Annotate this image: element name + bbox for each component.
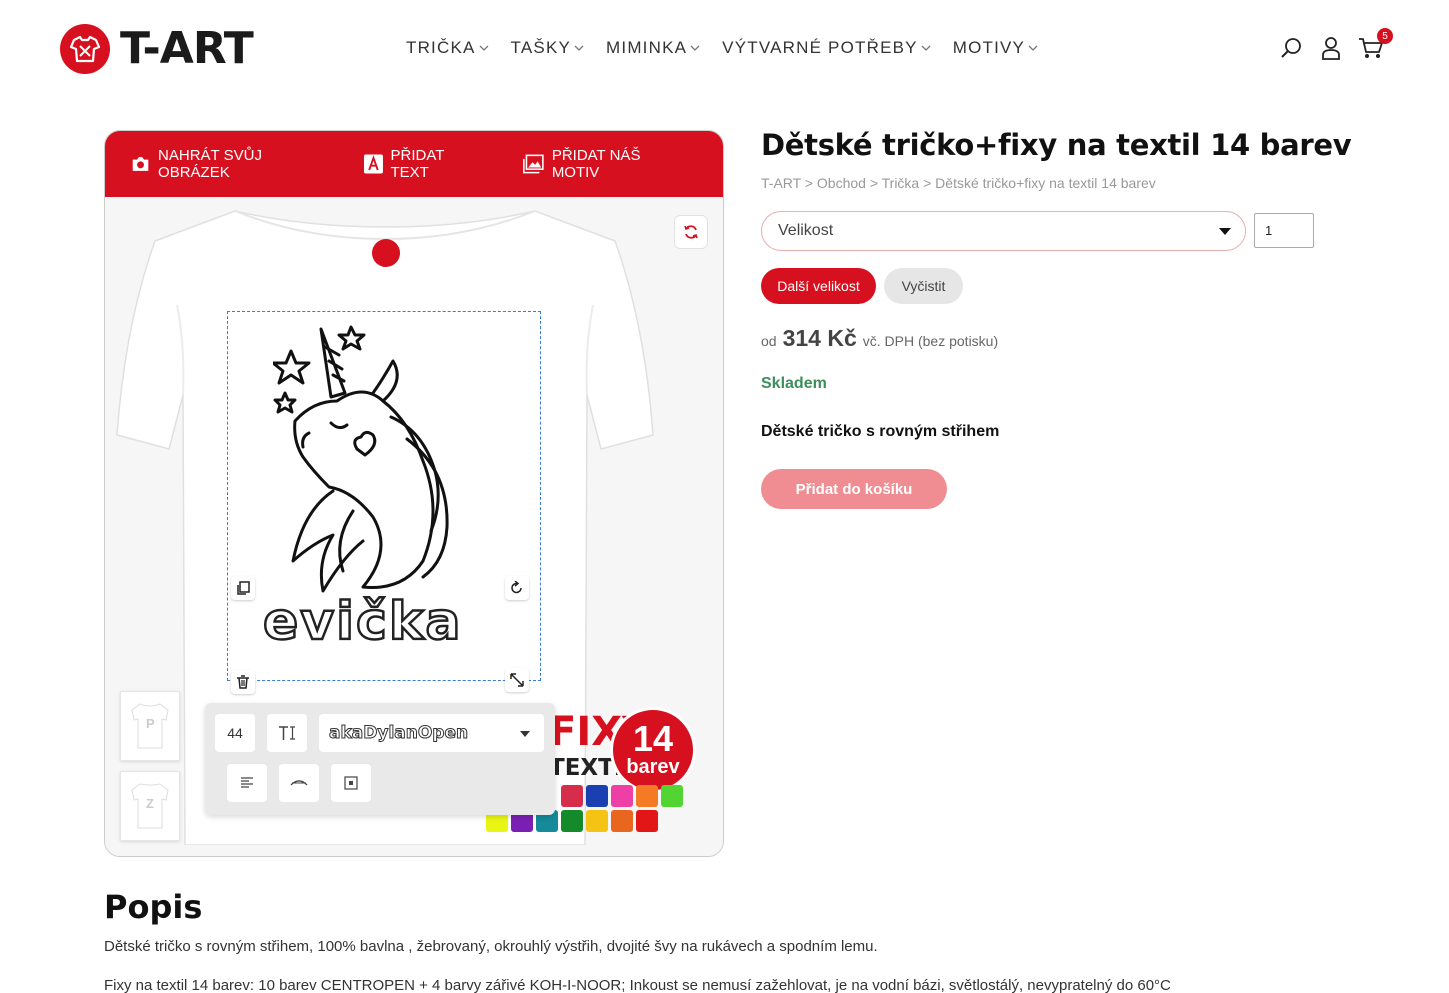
chevron-down-icon bbox=[520, 731, 530, 737]
color-swatch bbox=[636, 785, 658, 807]
promo-label: barev bbox=[626, 756, 680, 778]
font-family-value: akaDylanOpen bbox=[328, 723, 469, 744]
search-icon bbox=[1281, 38, 1301, 58]
description-paragraph: Dětské tričko s rovným střihem, 100% bav… bbox=[104, 938, 878, 955]
clear-button[interactable]: Vyčistit bbox=[884, 268, 963, 304]
tshirt-designer: NAHRÁT SVŮJ OBRÁZEK PŘIDAT TEXT PŘIDAT N… bbox=[104, 130, 724, 857]
nav-label: TAŠKY bbox=[510, 38, 572, 57]
color-swatch bbox=[611, 810, 633, 832]
nav-label: MOTIVY bbox=[952, 38, 1026, 57]
chevron-down-icon bbox=[690, 45, 700, 51]
image-icon bbox=[523, 154, 544, 174]
chevron-down-icon bbox=[479, 45, 489, 51]
center-object-button[interactable] bbox=[331, 764, 371, 802]
design-canvas[interactable]: evička P Z FIXY TEXTIL 14 barev 44 akaDy… bbox=[105, 197, 723, 856]
add-text-label: PŘIDAT TEXT bbox=[390, 147, 445, 181]
text-icon bbox=[363, 154, 383, 174]
font-size-input[interactable]: 44 bbox=[215, 714, 255, 752]
delete-button[interactable] bbox=[231, 670, 255, 694]
nav-item-tasky[interactable]: TAŠKY bbox=[511, 36, 584, 60]
text-transform-button[interactable] bbox=[267, 714, 307, 752]
text-edit-toolbar: 44 akaDylanOpen bbox=[205, 703, 555, 815]
logo-text: T-ART bbox=[120, 23, 254, 74]
back-view-label: Z bbox=[146, 796, 154, 811]
chevron-down-icon bbox=[574, 45, 584, 51]
custom-text-element[interactable]: evička bbox=[262, 591, 462, 654]
color-swatch bbox=[561, 810, 583, 832]
add-motif-button[interactable]: PŘIDAT NÁŠ MOTIV bbox=[523, 147, 673, 181]
color-swatch bbox=[611, 785, 633, 807]
color-swatch bbox=[586, 810, 608, 832]
align-left-icon bbox=[241, 777, 253, 788]
price-suffix: vč. DPH (bez potisku) bbox=[862, 333, 999, 349]
site-header: T-ART TRIČKA TAŠKY MIMINKA VÝTVARNÉ POTŘ… bbox=[0, 0, 1449, 95]
upload-image-button[interactable]: NAHRÁT SVŮJ OBRÁZEK bbox=[131, 147, 314, 181]
chevron-down-icon bbox=[1219, 228, 1231, 235]
description-paragraph: Fixy na textil 14 barev: 10 barev CENTRO… bbox=[104, 977, 1171, 993]
color-swatch bbox=[586, 785, 608, 807]
product-title: Dětské tričko+fixy na textil 14 barev bbox=[761, 128, 1352, 162]
chevron-down-icon bbox=[1028, 45, 1038, 51]
neck-logo-icon bbox=[372, 239, 400, 267]
description-heading: Popis bbox=[104, 888, 203, 926]
nav-item-miminka[interactable]: MIMINKA bbox=[606, 36, 700, 60]
breadcrumb[interactable]: T-ART > Obchod > Trička > Dětské tričko+… bbox=[761, 175, 1156, 191]
duplicate-button[interactable] bbox=[231, 576, 255, 600]
size-select-value: Velikost bbox=[778, 222, 834, 239]
trash-icon bbox=[237, 675, 249, 689]
front-view-label: P bbox=[146, 716, 155, 731]
promo-number: 14 bbox=[632, 718, 674, 759]
add-motif-label: PŘIDAT NÁŠ MOTIV bbox=[551, 147, 641, 181]
main-nav: TRIČKA TAŠKY MIMINKA VÝTVARNÉ POTŘEBY MO… bbox=[406, 36, 1060, 60]
color-swatch bbox=[636, 810, 658, 832]
chevron-down-icon bbox=[921, 45, 931, 51]
camera-icon bbox=[132, 157, 149, 171]
nav-label: TRIČKA bbox=[406, 38, 476, 57]
text-size-icon bbox=[279, 726, 295, 740]
align-left-button[interactable] bbox=[227, 764, 267, 802]
account-button[interactable] bbox=[1318, 34, 1344, 62]
cart-count-badge: 5 bbox=[1377, 28, 1393, 44]
cart-button[interactable]: 5 bbox=[1358, 28, 1393, 62]
logo[interactable]: T-ART bbox=[60, 23, 254, 74]
nav-label: VÝTVARNÉ POTŘEBY bbox=[722, 38, 918, 57]
color-swatch bbox=[661, 785, 683, 807]
nav-item-vytvarne-potreby[interactable]: VÝTVARNÉ POTŘEBY bbox=[722, 36, 931, 60]
search-button[interactable] bbox=[1278, 34, 1304, 62]
next-size-button[interactable]: Další velikost bbox=[761, 268, 876, 304]
center-icon bbox=[344, 776, 358, 790]
rotate-icon bbox=[511, 581, 522, 594]
size-select[interactable]: Velikost bbox=[761, 211, 1246, 251]
resize-button[interactable] bbox=[505, 668, 529, 692]
promo-badge: 14 barev bbox=[610, 707, 696, 793]
short-description: Dětské tričko s rovným střihem bbox=[761, 423, 1000, 440]
price-prefix: od bbox=[761, 333, 777, 349]
copy-icon bbox=[237, 581, 250, 595]
rotate-button[interactable] bbox=[505, 576, 529, 600]
front-view-thumbnail[interactable]: P bbox=[120, 691, 180, 761]
upload-image-label: NAHRÁT SVŮJ OBRÁZEK bbox=[158, 147, 262, 181]
quantity-input[interactable] bbox=[1254, 213, 1314, 248]
nav-label: MIMINKA bbox=[606, 38, 688, 57]
expand-icon bbox=[510, 673, 524, 687]
price: od 314 Kč vč. DPH (bez potisku) bbox=[761, 325, 998, 352]
reset-design-button[interactable] bbox=[674, 215, 708, 249]
designer-toolbar: NAHRÁT SVŮJ OBRÁZEK PŘIDAT TEXT PŘIDAT N… bbox=[105, 131, 723, 197]
back-view-thumbnail[interactable]: Z bbox=[120, 771, 180, 841]
logo-icon bbox=[60, 24, 110, 74]
color-swatch bbox=[561, 785, 583, 807]
font-family-select[interactable]: akaDylanOpen bbox=[319, 714, 544, 752]
stock-status: Skladem bbox=[761, 375, 827, 392]
add-text-button[interactable]: PŘIDAT TEXT bbox=[363, 147, 474, 181]
curve-text-button[interactable] bbox=[279, 764, 319, 802]
refresh-icon bbox=[684, 225, 698, 239]
add-to-cart-button[interactable]: Přidat do košíku bbox=[761, 469, 947, 509]
user-icon bbox=[1322, 37, 1340, 60]
price-amount: 314 Kč bbox=[782, 325, 857, 351]
nav-item-tricka[interactable]: TRIČKA bbox=[406, 36, 489, 60]
curve-icon bbox=[290, 780, 308, 786]
nav-item-motivy[interactable]: MOTIVY bbox=[953, 36, 1038, 60]
header-actions: 5 bbox=[1278, 28, 1393, 62]
